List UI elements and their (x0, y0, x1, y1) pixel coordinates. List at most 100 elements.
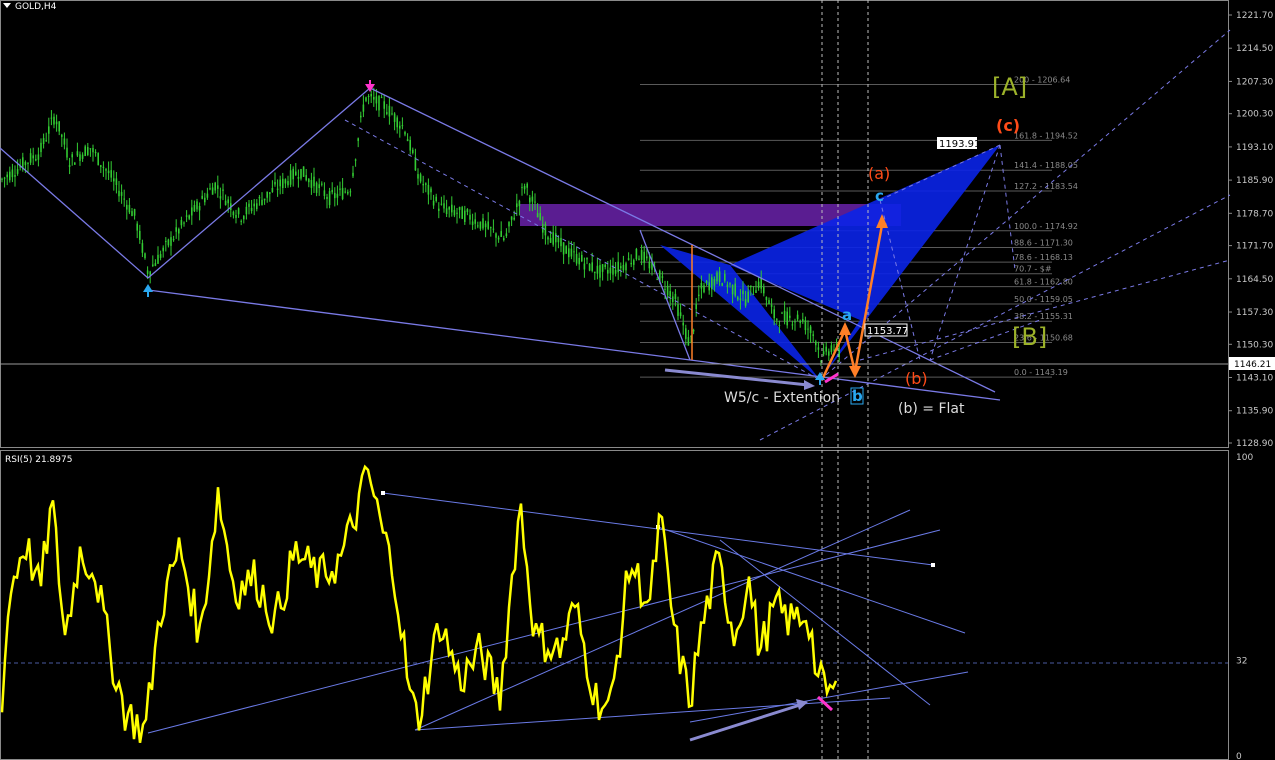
price-tick-label: 1135.90 (1236, 407, 1273, 417)
candle-body (534, 201, 536, 203)
candle-body (479, 221, 482, 229)
rsi-magenta-marker (816, 695, 834, 712)
candle-body (360, 115, 362, 118)
candle-body (37, 154, 40, 160)
wave-c-small-label: c (875, 187, 884, 205)
candle-body (45, 140, 47, 142)
candle-body (243, 216, 245, 220)
candle-body (440, 203, 443, 205)
candle-body (123, 198, 125, 200)
candle-body (373, 96, 375, 100)
candle-body (295, 171, 297, 176)
candle-body (588, 264, 591, 271)
candle-body (726, 284, 729, 288)
candle-body (266, 191, 268, 198)
wave-line-up (147, 87, 371, 279)
candle-body (635, 248, 638, 260)
candle-body (318, 184, 320, 189)
candle-body (222, 189, 224, 191)
candle-body (570, 248, 573, 257)
fib-level-label: 38.2 - 1155.31 (1014, 312, 1073, 321)
fib-level-label: 161.8 - 1194.52 (1014, 131, 1078, 140)
candle-body (633, 260, 635, 265)
candle-body (755, 290, 757, 293)
candle-body (305, 175, 307, 181)
candle-body (308, 178, 310, 183)
candle-body (510, 216, 513, 220)
candle-body (344, 191, 346, 193)
candle-body (391, 113, 393, 115)
candle-body (700, 282, 703, 289)
candle-body (627, 258, 630, 260)
candle-body (157, 254, 159, 264)
candle-body (357, 138, 359, 141)
candle-body (643, 251, 645, 263)
candle-body (531, 196, 534, 202)
rsi-label: RSI(5) 21.8975 (5, 455, 72, 465)
fib-level-label: 88.6 - 1171.30 (1014, 238, 1073, 247)
candle-body (523, 185, 526, 190)
candle-body (739, 298, 742, 300)
candle-body (477, 225, 479, 227)
candle-body (349, 191, 352, 193)
candle-body (521, 187, 523, 189)
candle-body (310, 180, 313, 188)
candle-body (484, 223, 487, 228)
candle-body (79, 154, 81, 161)
candle-body (40, 142, 42, 153)
candle-body (110, 170, 112, 178)
candle-body (365, 97, 367, 101)
candle-body (328, 191, 331, 206)
candle-body (336, 193, 339, 198)
price-tick-label: 1143.10 (1236, 374, 1273, 384)
candle-body (765, 297, 768, 300)
candle-body (185, 215, 188, 217)
candle-body (500, 231, 502, 237)
candle-body (321, 183, 323, 185)
candle-body (599, 265, 601, 278)
candle-body (568, 248, 570, 258)
candle-body (27, 162, 29, 164)
candle-body (453, 209, 456, 216)
rsi-anchor-1[interactable] (381, 491, 385, 495)
candle-body (448, 207, 450, 210)
candle-body (656, 279, 658, 281)
candle-body (191, 207, 193, 216)
candle-body (547, 237, 549, 240)
extension-label: W5/c - Extention (724, 390, 840, 406)
candle-body (432, 200, 435, 206)
candle-body (331, 189, 333, 193)
candle-body (648, 262, 651, 269)
chevron-down-icon[interactable] (3, 3, 11, 8)
price-tick-label: 1200.30 (1236, 110, 1273, 120)
candle-body (204, 197, 206, 203)
candle-body (206, 193, 209, 198)
candle-body (287, 181, 289, 186)
candle-body (354, 159, 357, 161)
candle-body (409, 139, 411, 151)
candle-body (737, 297, 739, 300)
candle-body (430, 188, 432, 193)
current-price-text: 1146.21 (1234, 360, 1271, 370)
candle-body (539, 212, 541, 220)
candle-body (81, 154, 84, 159)
candle-body (804, 320, 807, 331)
candle-body (261, 199, 263, 206)
candle-body (224, 200, 227, 206)
candle-body (718, 271, 721, 282)
candle-body (162, 247, 164, 252)
candle-body (581, 254, 583, 262)
rsi-anchor-3[interactable] (931, 563, 935, 567)
candle-body (139, 230, 141, 240)
fib-level-label: 78.6 - 1168.13 (1014, 253, 1073, 262)
price-tick-label: 1193.10 (1236, 143, 1273, 153)
wave-a-big-label: (a) (868, 164, 890, 183)
candle-body (175, 227, 177, 232)
candle-body (378, 96, 380, 111)
candle-body (729, 283, 731, 285)
candle-body (133, 209, 136, 216)
candle-body (53, 116, 55, 125)
candle-body (604, 264, 606, 267)
candle-body (578, 257, 580, 265)
candle-body (802, 319, 804, 322)
